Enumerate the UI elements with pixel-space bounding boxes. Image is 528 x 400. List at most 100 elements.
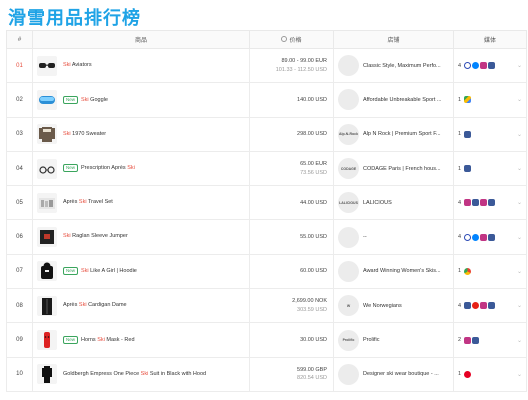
store-name[interactable]: Alp N Rock | Premium Sport F... bbox=[363, 131, 441, 137]
product-cell[interactable]: Ski Aviators bbox=[32, 47, 250, 84]
product-cell[interactable]: New Ski Like A Girl | Hoodie bbox=[32, 253, 250, 290]
product-name[interactable]: New Horns Ski Mask - Red bbox=[63, 335, 135, 344]
store-cell[interactable]: Affordable Unbreakable Sport ... bbox=[333, 82, 454, 118]
store-cell[interactable]: W We Norwegians bbox=[333, 288, 454, 324]
threads-icon[interactable] bbox=[464, 62, 472, 70]
facebook-icon[interactable] bbox=[488, 233, 496, 241]
threads-icon[interactable] bbox=[464, 233, 472, 241]
store-cell[interactable]: Award Winning Women's Skis... bbox=[333, 253, 454, 290]
store-name[interactable]: Classic Style, Maximum Perfo... bbox=[363, 63, 441, 69]
store-logo[interactable] bbox=[338, 363, 359, 385]
instagram-icon[interactable] bbox=[480, 199, 488, 207]
store-logo[interactable] bbox=[338, 226, 359, 248]
product-cell[interactable]: Ski Raglan Sleeve Jumper bbox=[32, 219, 250, 255]
table-row[interactable]: 08 Après Ski Cardigan Dame 2,699.00 NOK 303… bbox=[6, 288, 527, 324]
store-logo[interactable]: W bbox=[338, 295, 359, 317]
store-logo[interactable]: Alp-N-Rock bbox=[338, 123, 359, 145]
chrome-icon[interactable] bbox=[464, 267, 472, 275]
store-cell[interactable]: CODAGE CODAGE Paris | French hous... bbox=[333, 150, 454, 187]
facebook-icon[interactable] bbox=[488, 199, 496, 207]
store-cell[interactable]: Designer ski wear boutique - ... bbox=[333, 356, 454, 392]
header-price[interactable]: 价格 bbox=[249, 30, 334, 49]
chevron-down-icon[interactable]: ⌄ bbox=[517, 199, 522, 206]
product-name[interactable]: Ski Raglan Sleeve Jumper bbox=[63, 233, 128, 240]
product-thumbnail[interactable] bbox=[37, 192, 57, 213]
facebook-icon[interactable] bbox=[464, 165, 472, 173]
store-logo[interactable] bbox=[338, 55, 359, 77]
store-name[interactable]: CODAGE Paris | French hous... bbox=[363, 166, 441, 172]
instagram-icon[interactable] bbox=[480, 302, 488, 310]
chevron-down-icon[interactable]: ⌄ bbox=[517, 62, 522, 69]
store-name[interactable]: Prolific bbox=[363, 337, 380, 343]
table-row[interactable]: 05 Après Ski Travel Set 44.00 USD LALICIOUS… bbox=[6, 185, 527, 221]
product-cell[interactable]: New Horns Ski Mask - Red bbox=[32, 322, 250, 358]
store-name[interactable]: Designer ski wear boutique - ... bbox=[363, 371, 439, 377]
messenger-icon[interactable] bbox=[472, 233, 480, 241]
store-logo[interactable] bbox=[338, 260, 359, 282]
facebook-icon[interactable] bbox=[488, 302, 496, 310]
product-name[interactable]: New Ski Goggle bbox=[63, 95, 108, 104]
product-thumbnail[interactable] bbox=[37, 261, 57, 282]
table-row[interactable]: 06 Ski Raglan Sleeve Jumper 55.00 USD -- 4 ⌄ bbox=[6, 219, 527, 255]
store-cell[interactable]: Prolific Prolific bbox=[333, 322, 454, 358]
product-thumbnail[interactable] bbox=[37, 295, 57, 316]
product-thumbnail[interactable] bbox=[37, 89, 57, 110]
store-cell[interactable]: Classic Style, Maximum Perfo... bbox=[333, 47, 454, 84]
product-cell[interactable]: Ski 1970 Sweater bbox=[32, 116, 250, 152]
product-thumbnail[interactable] bbox=[37, 55, 57, 76]
product-name[interactable]: Goldbergh Empress One Piece Ski Suit in … bbox=[63, 371, 206, 378]
product-name[interactable]: New Ski Like A Girl | Hoodie bbox=[63, 267, 137, 276]
table-row[interactable]: 07 New Ski Like A Girl | Hoodie 60.00 USD Aw… bbox=[6, 253, 527, 290]
chevron-down-icon[interactable]: ⌄ bbox=[517, 96, 522, 103]
product-name[interactable]: Après Ski Travel Set bbox=[63, 199, 113, 206]
store-logo[interactable]: Prolific bbox=[338, 329, 359, 351]
chevron-down-icon[interactable]: ⌄ bbox=[517, 131, 522, 138]
store-name[interactable]: -- bbox=[363, 234, 367, 240]
instagram-icon[interactable] bbox=[464, 336, 472, 344]
facebook-icon[interactable] bbox=[464, 302, 472, 310]
table-row[interactable]: 02 New Ski Goggle 140.00 USD Affordable Unbr… bbox=[6, 82, 527, 118]
chevron-down-icon[interactable]: ⌄ bbox=[517, 302, 522, 309]
product-name[interactable]: Ski 1970 Sweater bbox=[63, 131, 106, 138]
facebook-icon[interactable] bbox=[488, 62, 496, 70]
store-name[interactable]: We Norwegians bbox=[363, 303, 402, 309]
youtube-icon[interactable] bbox=[472, 302, 480, 310]
instagram-icon[interactable] bbox=[464, 199, 472, 207]
store-cell[interactable]: LALICIOUS LALICIOUS bbox=[333, 185, 454, 221]
google-drive-icon[interactable] bbox=[464, 96, 472, 104]
facebook-icon[interactable] bbox=[464, 130, 472, 138]
pinterest-icon[interactable] bbox=[464, 370, 472, 378]
messenger-icon[interactable] bbox=[472, 62, 480, 70]
product-cell[interactable]: Après Ski Cardigan Dame bbox=[32, 288, 250, 324]
product-cell[interactable]: Goldbergh Empress One Piece Ski Suit in … bbox=[32, 356, 250, 392]
instagram-icon[interactable] bbox=[480, 62, 488, 70]
product-cell[interactable]: New Ski Goggle bbox=[32, 82, 250, 118]
product-thumbnail[interactable] bbox=[37, 364, 57, 385]
chevron-down-icon[interactable]: ⌄ bbox=[517, 165, 522, 172]
product-name[interactable]: Ski Aviators bbox=[63, 62, 92, 69]
store-name[interactable]: Affordable Unbreakable Sport ... bbox=[363, 97, 441, 103]
product-thumbnail[interactable] bbox=[37, 158, 57, 179]
store-name[interactable]: LALICIOUS bbox=[363, 200, 392, 206]
table-row[interactable]: 04 New Prescription Après Ski 65.00 EUR 73.5… bbox=[6, 150, 527, 187]
product-cell[interactable]: New Prescription Après Ski bbox=[32, 150, 250, 187]
product-cell[interactable]: Après Ski Travel Set bbox=[32, 185, 250, 221]
chevron-down-icon[interactable]: ⌄ bbox=[517, 337, 522, 344]
store-name[interactable]: Award Winning Women's Skis... bbox=[363, 268, 441, 274]
table-row[interactable]: 10 Goldbergh Empress One Piece Ski Suit i… bbox=[6, 356, 527, 392]
table-row[interactable]: 09 New Horns Ski Mask - Red 30.00 USD Prolif… bbox=[6, 322, 527, 358]
store-cell[interactable]: -- bbox=[333, 219, 454, 255]
product-thumbnail[interactable] bbox=[37, 227, 57, 248]
product-name[interactable]: New Prescription Après Ski bbox=[63, 164, 135, 173]
table-row[interactable]: 03 Ski 1970 Sweater 298.00 USD Alp-N-Rock Al… bbox=[6, 116, 527, 152]
chevron-down-icon[interactable]: ⌄ bbox=[517, 371, 522, 378]
table-row[interactable]: 01 Ski Aviators 89.00 - 99.00 EUR 101.33 - … bbox=[6, 47, 527, 84]
product-thumbnail[interactable] bbox=[37, 124, 57, 145]
facebook-icon[interactable] bbox=[472, 336, 480, 344]
store-logo[interactable]: CODAGE bbox=[338, 158, 359, 180]
chevron-down-icon[interactable]: ⌄ bbox=[517, 268, 522, 275]
store-logo[interactable] bbox=[338, 89, 359, 111]
instagram-icon[interactable] bbox=[480, 233, 488, 241]
store-cell[interactable]: Alp-N-Rock Alp N Rock | Premium Sport F..… bbox=[333, 116, 454, 152]
store-logo[interactable]: LALICIOUS bbox=[338, 192, 359, 214]
